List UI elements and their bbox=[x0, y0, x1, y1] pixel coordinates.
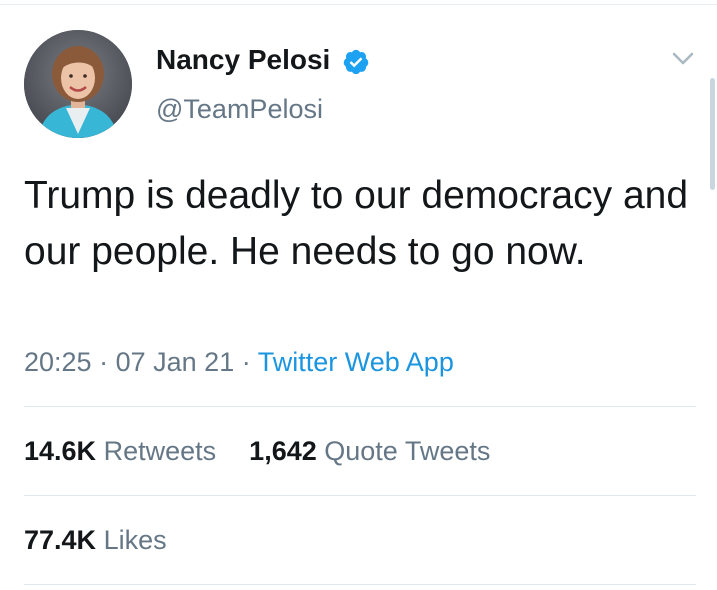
tweet-header: Nancy Pelosi @TeamPelosi bbox=[24, 30, 696, 142]
chevron-down-icon[interactable] bbox=[672, 52, 694, 66]
meta-separator: · bbox=[99, 347, 109, 377]
meta-separator: · bbox=[241, 347, 251, 377]
divider bbox=[24, 495, 696, 496]
tweet-source-link[interactable]: Twitter Web App bbox=[258, 347, 454, 377]
top-divider bbox=[0, 4, 717, 5]
author-handle[interactable]: @TeamPelosi bbox=[156, 94, 323, 125]
quote-tweets-label: Quote Tweets bbox=[324, 436, 491, 466]
retweets-stat[interactable]: 14.6K Retweets bbox=[24, 436, 216, 466]
avatar-image bbox=[24, 30, 132, 138]
tweet-date[interactable]: 07 Jan 21 bbox=[116, 347, 235, 377]
likes-label: Likes bbox=[103, 525, 167, 555]
avatar[interactable] bbox=[24, 30, 132, 138]
tweet-meta: 20:25 · 07 Jan 21 · Twitter Web App bbox=[24, 347, 454, 378]
divider bbox=[24, 584, 696, 585]
tweet-text: Trump is deadly to our democracy and our… bbox=[24, 174, 689, 273]
quote-tweets-stat[interactable]: 1,642 Quote Tweets bbox=[249, 436, 490, 466]
scrollbar[interactable] bbox=[710, 78, 715, 190]
quote-tweets-count: 1,642 bbox=[249, 436, 317, 466]
divider bbox=[24, 406, 696, 407]
engagement-stats: 14.6K Retweets 1,642 Quote Tweets bbox=[24, 436, 490, 467]
likes-stats: 77.4K Likes bbox=[24, 525, 167, 556]
likes-count: 77.4K bbox=[24, 525, 97, 555]
retweets-label: Retweets bbox=[103, 436, 217, 466]
retweets-count: 14.6K bbox=[24, 436, 97, 466]
verified-badge-icon bbox=[343, 49, 369, 75]
likes-stat[interactable]: 77.4K Likes bbox=[24, 525, 167, 555]
author-name[interactable]: Nancy Pelosi bbox=[156, 44, 330, 76]
tweet-time[interactable]: 20:25 bbox=[24, 347, 92, 377]
